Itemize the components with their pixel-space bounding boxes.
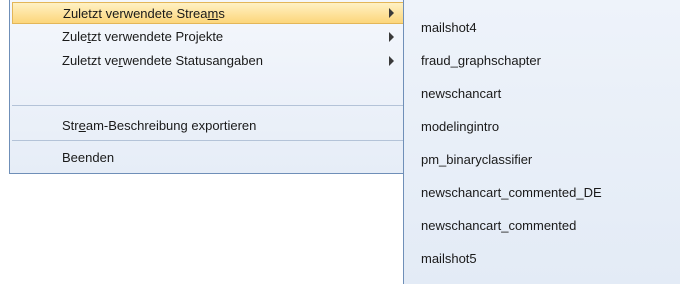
submenu-item-stream[interactable]: modelingintro bbox=[404, 111, 680, 141]
menu-separator bbox=[12, 140, 405, 141]
submenu-item-stream[interactable]: mailshot4 bbox=[404, 12, 680, 42]
chevron-right-icon bbox=[389, 32, 394, 42]
submenu-item-label: newschancart_commented bbox=[421, 218, 577, 233]
submenu-item-stream[interactable]: fraud_graphschapter bbox=[404, 45, 680, 75]
submenu-item-label: modelingintro bbox=[421, 119, 500, 134]
menu-item-label: Stream-Beschreibung exportieren bbox=[62, 118, 257, 133]
submenu-item-stream[interactable]: pm_binaryclassifier bbox=[404, 144, 680, 174]
menu-item-exit[interactable]: Beenden bbox=[12, 147, 405, 169]
menu-item-label: Zuletzt verwendete Streams bbox=[63, 6, 225, 21]
menu-item-label: Zuletzt verwendete Projekte bbox=[62, 29, 224, 44]
submenu-item-stream[interactable]: newschancart bbox=[404, 78, 680, 108]
submenu-item-label: pm_binaryclassifier bbox=[421, 152, 533, 167]
submenu-item-stream[interactable]: newschancart_commented bbox=[404, 210, 680, 240]
submenu-item-label: mailshot5 bbox=[421, 251, 477, 266]
recent-streams-submenu: mailshot4 fraud_graphschapter newschanca… bbox=[403, 0, 680, 284]
submenu-item-stream[interactable]: mailshot5 bbox=[404, 243, 680, 273]
submenu-item-stream[interactable]: newschancart_commented_DE bbox=[404, 177, 680, 207]
menu-item-recent-streams[interactable]: Zuletzt verwendete Streams bbox=[12, 2, 405, 24]
menu-item-label: Zuletzt verwendete Statusangaben bbox=[62, 53, 263, 68]
menu-item-recent-status[interactable]: Zuletzt verwendete Statusangaben bbox=[12, 50, 405, 72]
submenu-item-label: mailshot4 bbox=[421, 20, 477, 35]
chevron-right-icon bbox=[389, 56, 394, 66]
submenu-item-label: fraud_graphschapter bbox=[421, 53, 541, 68]
menu-item-recent-projects[interactable]: Zuletzt verwendete Projekte bbox=[12, 26, 405, 48]
menu-separator bbox=[12, 105, 405, 106]
submenu-item-label: newschancart_commented_DE bbox=[421, 185, 602, 200]
chevron-right-icon bbox=[389, 8, 394, 18]
menu-item-label: Beenden bbox=[62, 150, 115, 165]
menu-item-export-stream-description[interactable]: Stream-Beschreibung exportieren bbox=[12, 115, 405, 137]
context-menu: Zuletzt verwendete Streams Zuletzt verwe… bbox=[9, 0, 408, 174]
submenu-item-label: newschancart bbox=[421, 86, 502, 101]
